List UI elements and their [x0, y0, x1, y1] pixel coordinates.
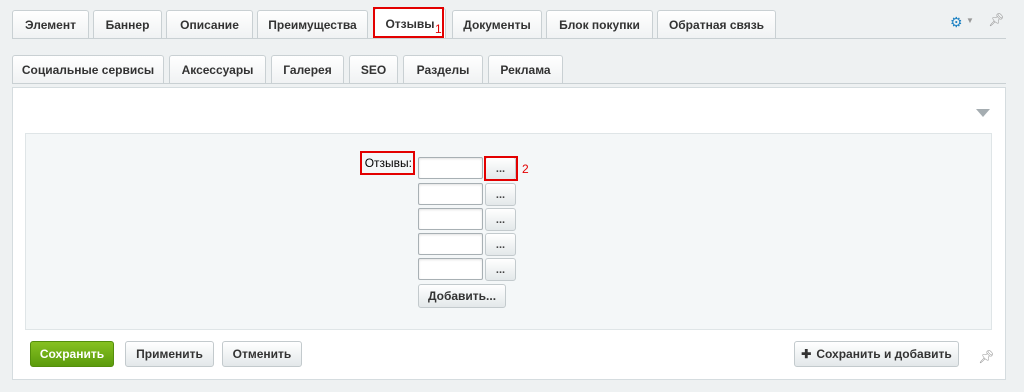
review-input[interactable] — [418, 208, 483, 230]
tab-sections[interactable]: Разделы — [403, 55, 483, 83]
tab-divider — [12, 83, 1006, 84]
chevron-down-icon[interactable]: ▼ — [966, 16, 974, 25]
add-button[interactable]: Добавить... — [418, 284, 506, 308]
plus-icon: ✚ — [801, 347, 812, 361]
browse-button[interactable]: ... — [485, 258, 516, 281]
annotation-box-1 — [373, 7, 444, 38]
annotation-box-label — [360, 151, 415, 175]
tab-description[interactable]: Описание — [166, 10, 253, 38]
tab-accessories[interactable]: Аксессуары — [169, 55, 266, 83]
cancel-button[interactable]: Отменить — [222, 341, 302, 367]
review-input[interactable] — [418, 157, 483, 179]
gear-icon[interactable]: ⚙ — [950, 14, 963, 31]
annotation-number-2: 2 — [522, 162, 529, 176]
tab-banner[interactable]: Баннер — [93, 10, 162, 38]
tab-advertising[interactable]: Реклама — [488, 55, 563, 83]
apply-button[interactable]: Применить — [125, 341, 214, 367]
tab-social-services[interactable]: Социальные сервисы — [12, 55, 164, 83]
browse-button[interactable]: ... — [485, 233, 516, 256]
tab-divider — [12, 38, 1006, 39]
annotation-number-1: 1 — [435, 22, 442, 36]
chevron-down-icon[interactable] — [976, 109, 990, 117]
annotation-box-2 — [484, 156, 518, 181]
tab-element[interactable]: Элемент — [12, 10, 89, 38]
tab-advantages[interactable]: Преимущества — [257, 10, 368, 38]
tab-feedback[interactable]: Обратная связь — [657, 10, 776, 38]
tab-gallery[interactable]: Галерея — [271, 55, 344, 83]
tab-seo[interactable]: SEO — [349, 55, 398, 83]
pin-icon[interactable]: 📌︎ — [978, 349, 995, 365]
save-and-add-button[interactable]: ✚ Сохранить и добавить — [794, 341, 959, 367]
browse-button[interactable]: ... — [485, 208, 516, 231]
save-button[interactable]: Сохранить — [30, 341, 114, 367]
review-input[interactable] — [418, 233, 483, 255]
review-input[interactable] — [418, 183, 483, 205]
pin-icon[interactable]: 📌︎ — [988, 12, 1005, 28]
browse-button[interactable]: ... — [485, 183, 516, 206]
tab-documents[interactable]: Документы — [452, 10, 542, 38]
save-and-add-label: Сохранить и добавить — [816, 347, 952, 361]
tab-purchase-block[interactable]: Блок покупки — [546, 10, 653, 38]
review-input[interactable] — [418, 258, 483, 280]
